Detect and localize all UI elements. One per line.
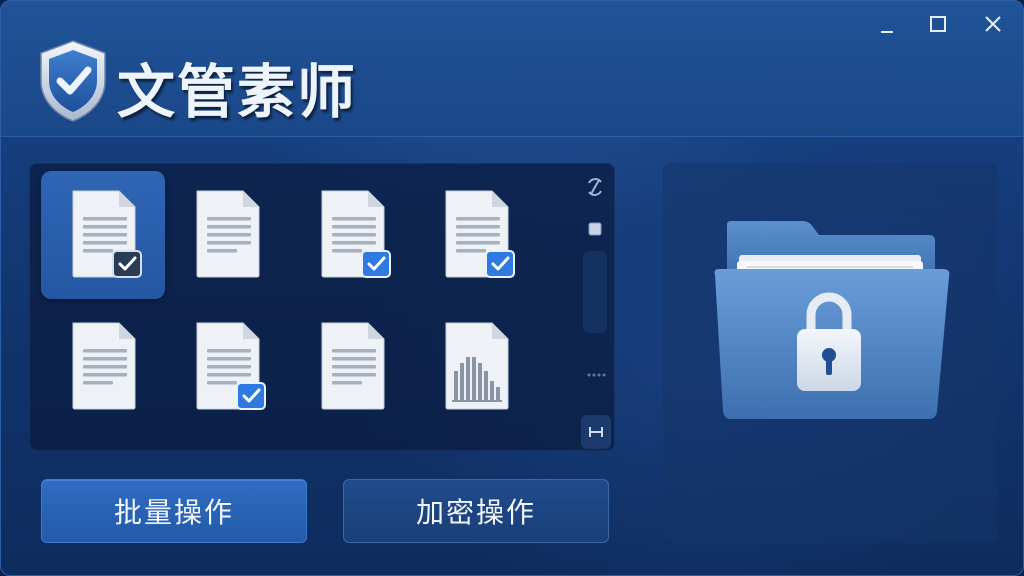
file-item[interactable] <box>41 303 165 431</box>
app-window: 文管素师 批量操作 加密操作 <box>0 0 1024 576</box>
maximize-button[interactable] <box>924 11 952 37</box>
document-icon <box>72 190 142 278</box>
locked-folder-icon <box>714 221 950 419</box>
maximize-icon <box>930 16 946 32</box>
close-icon <box>985 16 1001 32</box>
document-icon <box>445 190 515 278</box>
app-title: 文管素师 <box>117 58 358 126</box>
close-button[interactable] <box>979 11 1007 37</box>
square-icon[interactable] <box>579 213 611 245</box>
document-icon <box>196 322 266 410</box>
title-bar: 文管素师 <box>1 1 1023 137</box>
preview-panel <box>663 163 997 543</box>
scrollbar[interactable] <box>583 251 607 333</box>
file-item[interactable] <box>165 171 289 299</box>
document-icon <box>72 322 136 410</box>
document-icon <box>321 322 385 410</box>
minimize-icon <box>881 31 893 33</box>
check-icon <box>236 382 266 410</box>
document-icon <box>321 190 391 278</box>
batch-operation-button[interactable]: 批量操作 <box>41 479 307 543</box>
h-button[interactable] <box>581 415 611 449</box>
file-item[interactable] <box>41 171 165 299</box>
file-item[interactable] <box>414 171 538 299</box>
check-icon <box>361 250 391 278</box>
file-item[interactable] <box>290 303 414 431</box>
spreadsheet-document-icon <box>445 322 509 410</box>
file-item[interactable] <box>414 303 538 431</box>
check-icon <box>485 250 515 278</box>
check-icon <box>112 250 142 278</box>
encrypt-operation-button[interactable]: 加密操作 <box>343 479 609 543</box>
shield-check-icon <box>37 39 109 123</box>
sync-icon[interactable] <box>579 171 611 203</box>
more-dots-icon[interactable] <box>579 359 611 391</box>
h-icon <box>589 427 603 437</box>
file-item[interactable] <box>290 171 414 299</box>
document-icon <box>196 190 260 278</box>
minimize-button[interactable] <box>873 11 901 37</box>
file-item[interactable] <box>165 303 289 431</box>
